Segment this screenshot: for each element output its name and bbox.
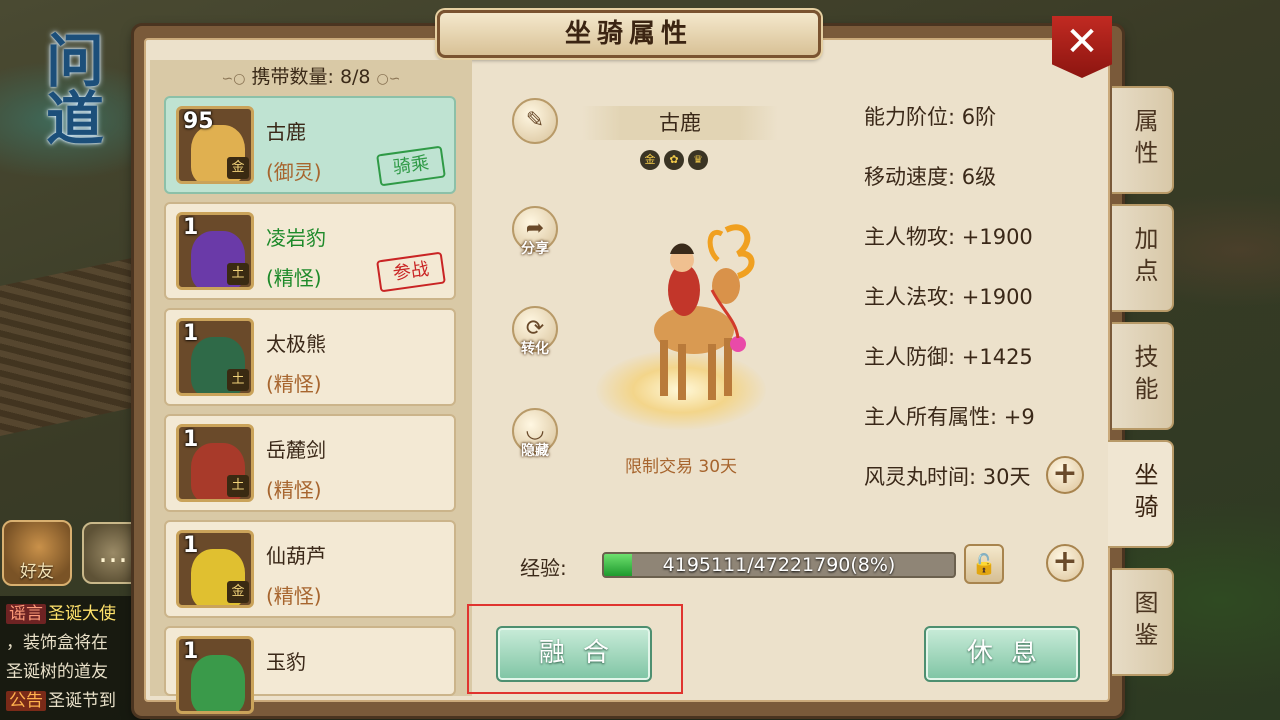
mount-portrait-icon (191, 655, 245, 711)
tab-add-points[interactable]: 加点 (1112, 204, 1174, 312)
mount-level: 1 (183, 639, 199, 664)
mount-level: 1 (183, 427, 199, 452)
mount-level: 1 (183, 321, 199, 346)
exp-progress-bar: 4195111/47221790(8%) (602, 552, 956, 578)
mount-list-item[interactable]: 1 土太极熊 (精怪) (164, 308, 456, 406)
mount-avatar: 1 (176, 636, 254, 714)
chat-text: 圣诞大使 (48, 604, 116, 624)
notice-tag: 公告 (6, 691, 46, 711)
carry-value: 8/8 (339, 66, 371, 88)
mount-avatar: 1土 (176, 424, 254, 502)
attr-owner-phys-attack: 主人物攻: +1900 (864, 225, 1033, 249)
edit-button[interactable]: ✎ (512, 98, 558, 144)
element-badge-icon: 土 (227, 475, 249, 497)
chat-line: 圣诞树的道友 (6, 658, 144, 687)
scroll-ornament-icon: ∽○ (221, 71, 246, 87)
attr-owner-magic-attack: 主人法攻: +1900 (864, 285, 1033, 309)
mount-name: 古鹿 (266, 120, 306, 144)
mount-name: 太极熊 (266, 332, 326, 356)
mount-type: (精怪) (266, 372, 322, 396)
mount-list-item[interactable]: 1 土岳麓剑 (精怪) (164, 414, 456, 512)
tab-attributes[interactable]: 属性 (1112, 86, 1174, 194)
exp-text: 4195111/47221790(8%) (662, 554, 896, 576)
mount-list-item[interactable]: 1 金仙葫芦 (精怪) (164, 520, 456, 618)
chat-log[interactable]: 谣言 圣诞大使 ，装饰盒将在 圣诞树的道友 公告 圣诞节到 (0, 596, 150, 720)
mount-type: (精怪) (266, 584, 322, 608)
friends-label: 好友 (20, 562, 54, 582)
mount-level: 1 (183, 533, 199, 558)
exp-label: 经验: (520, 556, 567, 580)
share-button[interactable]: ➦ 分享 (512, 206, 558, 257)
mount-list-item[interactable]: 1 土凌岩豹 (精怪) 参战 (164, 202, 456, 300)
attr-move-speed: 移动速度: 6级 (864, 165, 997, 189)
attr-ability-rank: 能力阶位: 6阶 (864, 105, 997, 129)
mount-display-name: 古鹿 (582, 106, 778, 140)
merge-highlight-box (467, 604, 683, 694)
mount-avatar: 1土 (176, 318, 254, 396)
mount-avatar: 1土 (176, 212, 254, 290)
carry-label: 携带数量: (251, 66, 334, 88)
mount-type: (精怪) (266, 478, 322, 502)
chat-line: 谣言 圣诞大使 (6, 600, 144, 629)
add-wind-pill-button[interactable]: + (1046, 456, 1084, 494)
mount-name: 玉豹 (266, 650, 306, 674)
scroll-ornament-icon: ○∽ (376, 71, 401, 87)
gold-element-badge-icon: 金 (640, 150, 660, 170)
battle-stamp: 参战 (376, 251, 446, 293)
carry-count: ∽○ 携带数量: 8/8 ○∽ (150, 60, 472, 94)
mount-name: 凌岩豹 (266, 226, 326, 250)
lock-icon[interactable]: 🔓 (964, 544, 1004, 584)
mount-avatar: 1金 (176, 530, 254, 608)
mount-avatar: 95 金 (176, 106, 254, 184)
attr-owner-defense: 主人防御: +1425 (864, 345, 1033, 369)
mount-level: 1 (183, 215, 199, 240)
logo-title: 问道 (36, 30, 104, 146)
side-button-label: 隐藏 (521, 443, 549, 459)
mount-type: (精怪) (266, 266, 322, 290)
side-button-label: 转化 (521, 341, 549, 357)
roof-decoration (0, 254, 150, 436)
trade-limit-text: 限制交易 30天 (624, 457, 738, 477)
chat-line: 公告 圣诞节到 (6, 687, 144, 716)
mount-list[interactable]: ∽○ 携带数量: 8/8 ○∽ 95 金古鹿 (御灵) 骑乘 1 土凌岩豹 (精怪) 参战 1 土太极… (150, 60, 472, 714)
riding-stamp: 骑乘 (376, 145, 446, 187)
chat-text: ，装饰盒将在 (6, 633, 108, 653)
friends-button[interactable]: 好友 (2, 520, 72, 586)
mount-level: 95 (183, 109, 214, 134)
tab-collection[interactable]: 图鉴 (1112, 568, 1174, 676)
element-badge-icon: 金 (227, 581, 249, 603)
mount-name: 岳麓剑 (266, 438, 326, 462)
edit-icon: ✎ (525, 108, 545, 133)
tab-mount[interactable]: 坐骑 (1108, 440, 1174, 548)
crown-badge-icon: ♛ (688, 150, 708, 170)
mount-badges: 金 ✿ ♛ (640, 148, 720, 170)
rumor-tag: 谣言 (6, 604, 46, 624)
panel-title: 坐骑属性 (437, 10, 821, 58)
mount-model-deer[interactable] (626, 220, 766, 420)
mount-name: 仙葫芦 (266, 544, 326, 568)
chat-text: 圣诞节到 (48, 691, 116, 711)
mount-list-item[interactable]: 1 玉豹 (164, 626, 456, 714)
add-exp-button[interactable]: + (1046, 544, 1084, 582)
side-button-label: 分享 (521, 241, 549, 257)
close-icon: ✕ (1065, 19, 1099, 65)
hide-button[interactable]: ◡ 隐藏 (512, 408, 558, 459)
element-badge-icon: 土 (227, 369, 249, 391)
chat-text: 圣诞树的道友 (6, 662, 108, 682)
element-badge-icon: 土 (227, 263, 249, 285)
paw-badge-icon: ✿ (664, 150, 684, 170)
tab-skills[interactable]: 技能 (1112, 322, 1174, 430)
rest-button[interactable]: 休息 (924, 626, 1080, 682)
mount-display: ✎ ➦ 分享 ⟳ 转化 ◡ 隐藏 古鹿 金 ✿ ♛ 限制交易 30天 (476, 60, 860, 540)
attr-owner-all-stats: 主人所有属性: +9 (864, 405, 1035, 429)
chat-line: ，装饰盒将在 (6, 629, 144, 658)
mount-list-item[interactable]: 95 金古鹿 (御灵) 骑乘 (164, 96, 456, 194)
mount-type: (御灵) (266, 160, 322, 184)
element-badge-icon: 金 (227, 157, 249, 179)
convert-button[interactable]: ⟳ 转化 (512, 306, 558, 357)
